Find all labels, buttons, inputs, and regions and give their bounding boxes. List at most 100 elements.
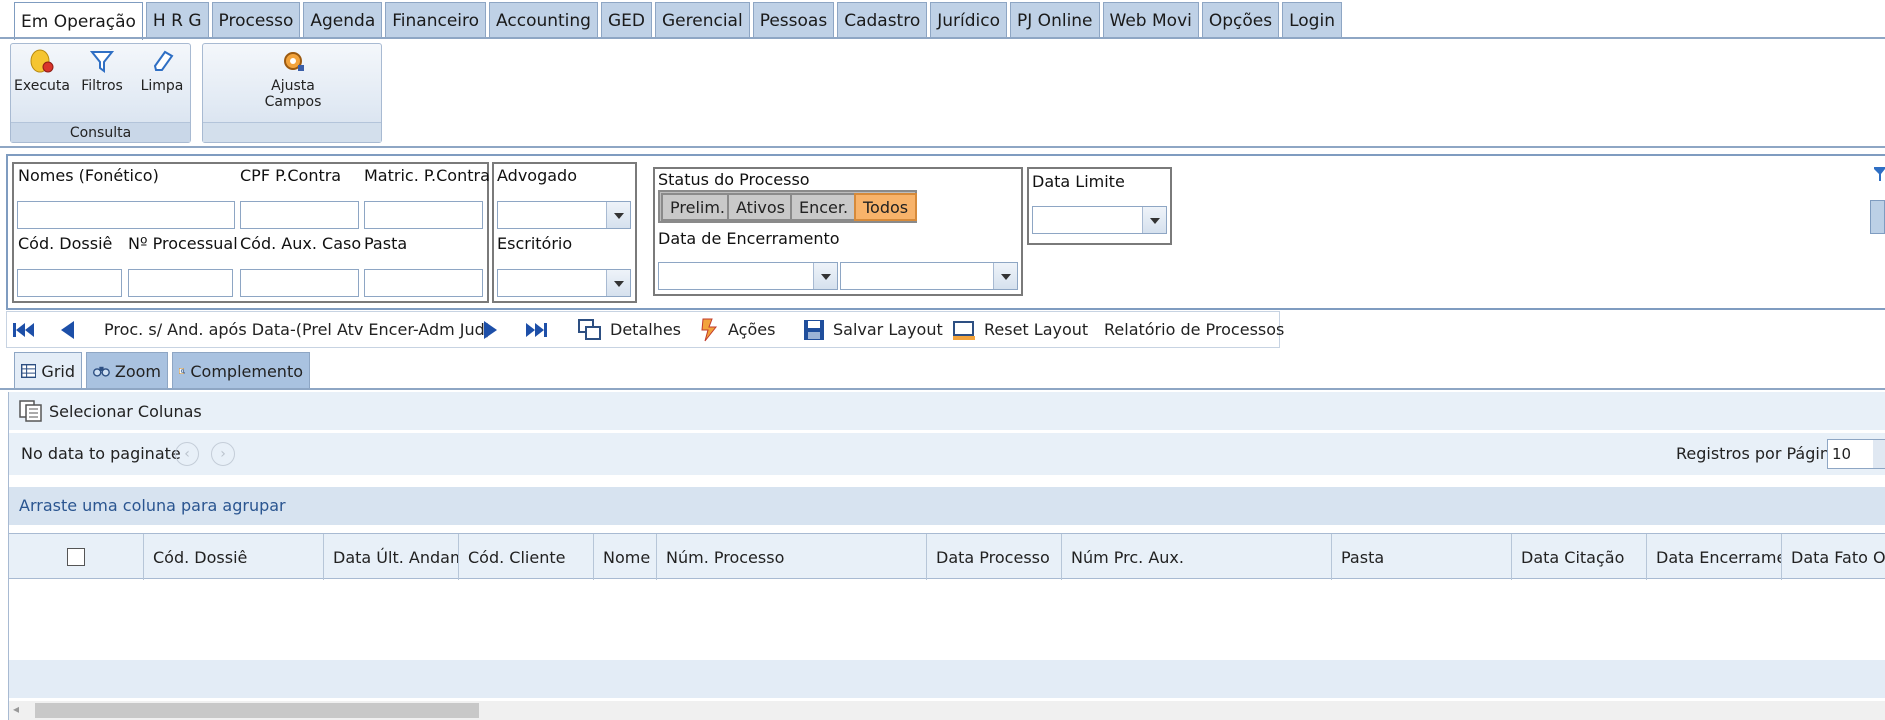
data-encerramento-from[interactable] <box>658 262 838 290</box>
column-header[interactable]: Data Últ. Andam. <box>324 534 459 580</box>
cpf-input[interactable] <box>240 201 359 229</box>
cod-dossie-input[interactable] <box>17 269 122 297</box>
select-all-checkbox[interactable] <box>67 548 85 566</box>
column-header[interactable]: Data Processo <box>927 534 1062 580</box>
filtros-label: Filtros <box>81 78 123 94</box>
select-columns-button[interactable]: Selecionar Colunas <box>19 400 202 422</box>
tab-complemento[interactable]: Complemento <box>172 352 310 389</box>
column-header[interactable]: Data Citação <box>1512 534 1647 580</box>
grid-icon <box>21 363 37 379</box>
chevron-down-icon[interactable] <box>1142 207 1166 233</box>
column-header[interactable]: Núm Prc. Aux. <box>1062 534 1332 580</box>
menu-tab-gerencial[interactable]: Gerencial <box>655 2 750 38</box>
scrollbar-thumb[interactable] <box>35 703 479 718</box>
menu-tab-web-movi[interactable]: Web Movi <box>1102 2 1199 38</box>
export-icon[interactable] <box>1870 200 1885 234</box>
grid-toolbar: Selecionar Colunas <box>9 392 1885 430</box>
limpa-label: Limpa <box>140 78 184 94</box>
tab-zoom[interactable]: Zoom <box>86 352 168 389</box>
tab-grid[interactable]: Grid <box>14 352 82 389</box>
column-header[interactable]: Cód. Dossiê <box>144 534 324 580</box>
chevron-down-icon[interactable] <box>606 202 630 228</box>
escritorio-select[interactable] <box>497 269 631 297</box>
advogado-select[interactable] <box>497 201 631 229</box>
pager-prev-button[interactable]: ‹ <box>175 442 199 466</box>
records-per-page-value: 10 <box>1832 445 1852 463</box>
search-document-icon <box>179 368 186 374</box>
cod-aux-input[interactable] <box>240 269 359 297</box>
ajusta-campos-button[interactable]: Ajusta Campos <box>264 48 322 110</box>
chevron-down-icon[interactable] <box>606 270 630 296</box>
column-header[interactable]: Cód. Cliente <box>459 534 594 580</box>
column-header[interactable]: Data Fato Ori <box>1782 534 1885 580</box>
pasta-input[interactable] <box>364 269 483 297</box>
column-header[interactable]: Data Encerrament <box>1647 534 1782 580</box>
first-record-button[interactable] <box>12 311 36 348</box>
column-header[interactable]: Núm. Processo <box>657 534 927 580</box>
label-status: Status do Processo <box>658 170 810 189</box>
relatorio-processos-button[interactable]: Relatório de Processos <box>1104 311 1284 348</box>
menu-tab-opcoes[interactable]: Opções <box>1201 2 1280 38</box>
executa-button[interactable]: Executa <box>13 48 71 94</box>
data-grid: Selecionar Colunas No data to paginate ‹… <box>8 392 1885 720</box>
nomes-input[interactable] <box>17 201 235 229</box>
binoculars-icon <box>93 366 110 377</box>
menu-tab-login[interactable]: Login <box>1282 2 1342 38</box>
menu-tab-juridico[interactable]: Jurídico <box>930 2 1008 38</box>
chevron-down-icon[interactable] <box>813 263 837 289</box>
acoes-button[interactable]: Ações <box>700 311 775 348</box>
chevron-down-icon[interactable] <box>993 263 1017 289</box>
menu-tab-hrg[interactable]: H R G <box>145 2 209 38</box>
menu-tab-em-operacao[interactable]: Em Operação <box>14 2 143 40</box>
scroll-left-icon[interactable]: ◂ <box>13 702 19 716</box>
pager-next-button[interactable]: › <box>211 442 235 466</box>
filtros-button[interactable]: Filtros <box>73 48 131 94</box>
menu-tab-financeiro[interactable]: Financeiro <box>385 2 487 38</box>
menu-tab-ged[interactable]: GED <box>600 2 652 38</box>
label-data-encerramento: Data de Encerramento <box>658 229 840 248</box>
num-processual-input[interactable] <box>128 269 233 297</box>
pager-status: No data to paginate <box>21 444 181 463</box>
ribbon-group-label-empty <box>203 122 381 142</box>
horizontal-scrollbar[interactable]: ◂ <box>9 701 1885 720</box>
records-per-page-select[interactable]: 10 <box>1827 439 1885 469</box>
menu-tab-accounting[interactable]: Accounting <box>489 2 598 38</box>
data-encerramento-to[interactable] <box>840 262 1018 290</box>
group-panel[interactable]: Arraste uma coluna para agrupar <box>9 487 1885 525</box>
status-encer-button[interactable]: Encer. <box>790 193 858 221</box>
status-ativos-button[interactable]: Ativos <box>727 193 794 221</box>
label-matric: Matric. P.Contra <box>364 166 490 185</box>
details-icon <box>578 318 601 340</box>
menu-tab-agenda[interactable]: Agenda <box>303 2 383 38</box>
menu-tab-cadastro[interactable]: Cadastro <box>837 2 928 38</box>
last-record-button[interactable] <box>524 311 548 348</box>
column-header[interactable]: Pasta <box>1332 534 1512 580</box>
previous-record-button[interactable] <box>58 311 78 348</box>
ribbon-group-campos: Ajusta Campos <box>202 43 382 143</box>
status-todos-button[interactable]: Todos <box>854 193 918 221</box>
label-nomes: Nomes (Fonético) <box>18 166 159 185</box>
chevron-down-icon[interactable] <box>1873 440 1885 468</box>
columns-icon <box>19 400 42 422</box>
reset-layout-label: Reset Layout <box>984 320 1089 339</box>
salvar-layout-button[interactable]: Salvar Layout <box>803 311 943 348</box>
menu-tab-processo[interactable]: Processo <box>211 2 301 38</box>
column-header[interactable]: Nome C <box>594 534 657 580</box>
execute-icon <box>30 49 54 73</box>
grid-footer <box>9 660 1885 698</box>
menu-tab-pj-online[interactable]: PJ Online <box>1010 2 1100 38</box>
ribbon-group-label: Consulta <box>11 122 190 142</box>
detalhes-button[interactable]: Detalhes <box>578 311 681 348</box>
menu-tab-pessoas[interactable]: Pessoas <box>752 2 835 38</box>
matric-input[interactable] <box>364 201 483 229</box>
grid-pager: No data to paginate ‹ › Registros por Pá… <box>9 433 1885 475</box>
reset-layout-button[interactable]: Reset Layout <box>952 311 1088 348</box>
data-limite-select[interactable] <box>1032 206 1167 234</box>
menu-divider <box>0 37 1885 39</box>
status-prelim-button[interactable]: Prelim. <box>661 193 734 221</box>
next-record-button[interactable] <box>480 311 500 348</box>
limpa-button[interactable]: Limpa <box>133 48 191 94</box>
label-advogado: Advogado <box>497 166 577 185</box>
filter-icon[interactable] <box>1874 166 1885 182</box>
filter-icon <box>89 51 115 73</box>
